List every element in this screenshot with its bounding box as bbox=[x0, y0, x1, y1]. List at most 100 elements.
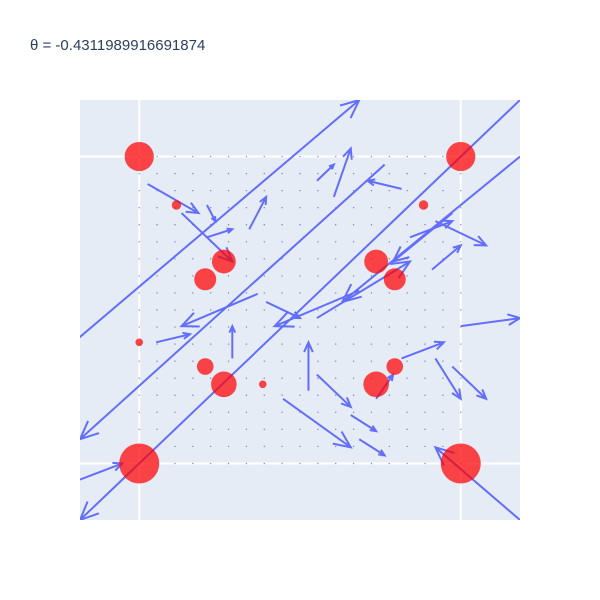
field-dot bbox=[192, 189, 194, 192]
field-dot bbox=[156, 155, 158, 158]
field-dot bbox=[138, 292, 140, 294]
field-dot bbox=[406, 326, 408, 328]
field-dot bbox=[156, 394, 158, 396]
field-dot bbox=[442, 394, 444, 396]
field-dot bbox=[227, 462, 230, 465]
field-dot bbox=[370, 411, 373, 414]
field-dot bbox=[352, 155, 355, 158]
field-dot bbox=[335, 462, 337, 465]
scatter-marker bbox=[211, 371, 237, 398]
field-dot bbox=[317, 172, 319, 175]
field-dot bbox=[335, 292, 337, 294]
arrow-head bbox=[38, 423, 50, 437]
field-dot bbox=[317, 428, 319, 431]
field-dot bbox=[174, 224, 176, 226]
field-dot bbox=[245, 189, 248, 192]
scatter-marker bbox=[418, 200, 429, 210]
chart-title: θ = -0.4311989916691874 bbox=[30, 37, 205, 54]
scatter-marker bbox=[119, 443, 160, 484]
field-dot bbox=[460, 428, 462, 431]
field-dot bbox=[227, 206, 230, 209]
field-dot bbox=[281, 428, 283, 431]
field-dot bbox=[192, 445, 194, 448]
field-dot bbox=[281, 292, 283, 294]
field-dot bbox=[245, 206, 248, 209]
field-dot bbox=[209, 343, 212, 345]
field-dot bbox=[424, 411, 426, 414]
field-dot bbox=[174, 411, 176, 414]
field-dot bbox=[245, 411, 248, 414]
field-dot bbox=[299, 258, 301, 260]
field-dot bbox=[335, 155, 337, 158]
field-dot bbox=[156, 428, 158, 431]
scatter-marker bbox=[440, 443, 481, 484]
field-dot bbox=[263, 224, 265, 226]
field-dot bbox=[388, 189, 391, 192]
scatter-marker bbox=[171, 200, 182, 210]
field-dot bbox=[138, 428, 140, 431]
field-dot bbox=[299, 275, 301, 277]
field-dot bbox=[245, 445, 248, 448]
field-dot bbox=[263, 428, 265, 431]
field-dot bbox=[424, 343, 426, 345]
field-dot bbox=[335, 411, 337, 414]
field-dot bbox=[317, 206, 319, 209]
field-dot bbox=[174, 189, 176, 192]
field-dot bbox=[245, 172, 248, 175]
field-dot bbox=[460, 241, 462, 243]
field-dot bbox=[245, 224, 248, 226]
field-dot bbox=[138, 377, 140, 379]
field-dot bbox=[263, 377, 265, 379]
field-dot bbox=[424, 224, 426, 226]
field-dot bbox=[209, 411, 212, 414]
field-dot bbox=[174, 155, 176, 158]
field-dot bbox=[299, 206, 301, 209]
field-dot bbox=[299, 172, 301, 175]
field-dot bbox=[352, 343, 355, 345]
field-dot bbox=[370, 155, 373, 158]
scatter-marker bbox=[386, 358, 404, 375]
field-dot bbox=[138, 394, 140, 396]
field-dot bbox=[156, 258, 158, 260]
field-dot bbox=[138, 206, 140, 209]
field-dot bbox=[156, 241, 158, 243]
field-dot bbox=[263, 326, 265, 328]
field-dot bbox=[424, 462, 426, 465]
field-dot bbox=[424, 155, 426, 158]
field-dot bbox=[209, 206, 212, 209]
field-dot bbox=[227, 309, 230, 311]
field-dot bbox=[156, 275, 158, 277]
field-dot bbox=[424, 241, 426, 243]
field-dot bbox=[281, 172, 283, 175]
field-dot bbox=[156, 326, 158, 328]
scatter-marker bbox=[124, 141, 154, 172]
field-dot bbox=[388, 326, 391, 328]
field-dot bbox=[335, 343, 337, 345]
scatter-marker bbox=[383, 268, 406, 291]
field-dot bbox=[442, 155, 444, 158]
field-dot bbox=[317, 462, 319, 465]
field-dot bbox=[406, 155, 408, 158]
field-dot bbox=[263, 189, 265, 192]
field-dot bbox=[388, 155, 391, 158]
field-dot bbox=[192, 155, 194, 158]
field-dot bbox=[442, 241, 444, 243]
field-dot bbox=[442, 206, 444, 209]
field-dot bbox=[388, 292, 391, 294]
field-dot bbox=[245, 428, 248, 431]
field-dot bbox=[335, 394, 337, 396]
field-dot bbox=[370, 462, 373, 465]
field-dot bbox=[352, 275, 355, 277]
field-dot bbox=[460, 292, 462, 294]
field-dot bbox=[209, 172, 212, 175]
field-dot bbox=[174, 326, 176, 328]
field-dot bbox=[442, 292, 444, 294]
field-dot bbox=[299, 224, 301, 226]
field-dot bbox=[263, 462, 265, 465]
field-dot bbox=[281, 462, 283, 465]
field-dot bbox=[317, 394, 319, 396]
field-dot bbox=[424, 292, 426, 294]
arrow-shaft bbox=[38, 423, 72, 480]
field-dot bbox=[245, 275, 248, 277]
field-dot bbox=[406, 309, 408, 311]
